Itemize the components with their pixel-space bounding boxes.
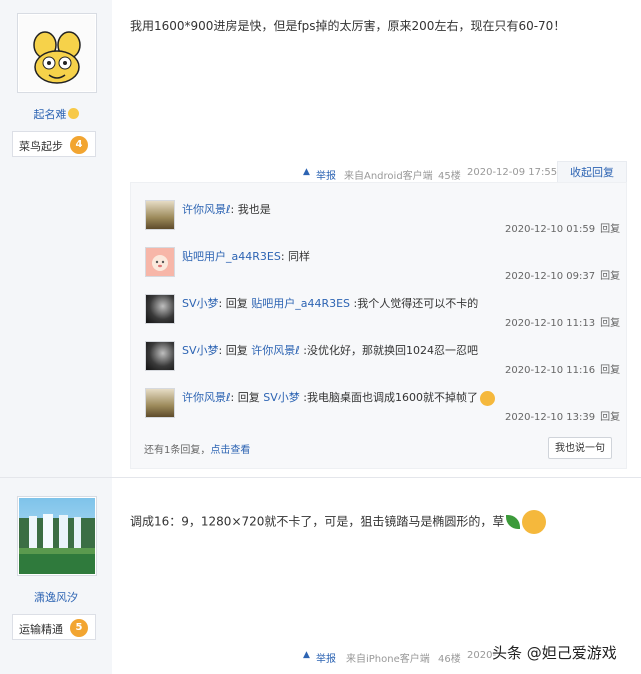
reply-username[interactable]: SV小梦 — [182, 297, 219, 310]
report-link[interactable]: 举报 — [316, 167, 336, 182]
post-content: 我用1600*900进房是快，但是fps掉的太厉害，原来200左右，现在只有60… — [130, 19, 566, 33]
avatar[interactable] — [17, 496, 97, 576]
reply-box: 许你风景ℓ: 我也是 2020-12-10 01:59 回复 贴吧用户_a44R3… — [130, 182, 627, 469]
author-name[interactable]: 起名难 — [0, 106, 112, 122]
avatar[interactable] — [17, 13, 97, 93]
reply-time: 2020-12-10 13:39 — [505, 412, 596, 423]
post-content-text: 调成16：9，1280×720就不卡了，可是，狙击镜踏马是椭圆形的，草 — [130, 514, 505, 529]
post-time: 2020-12-09 17:55 — [467, 167, 558, 178]
say-something-button[interactable]: 我也说一句 — [548, 437, 612, 459]
reply-target-username[interactable]: 许你风景 — [251, 344, 295, 357]
watermark: 头条 @妲己爱游戏 — [492, 644, 617, 662]
reply-item: 许你风景ℓ: 回复 SV小梦 :我电脑桌面也调成1600就不掉帧了 2020-1… — [131, 371, 628, 423]
post-floor-45: 起名难 菜鸟起步 4 我用1600*900进房是快，但是fps掉的太厉害，原来2… — [0, 0, 641, 478]
reply-item: 贴吧用户_a44R3ES: 同样 2020-12-10 09:37 回复 — [131, 230, 628, 282]
reply-prefix: : 回复 — [218, 297, 252, 310]
reply-item: SV小梦: 回复 贴吧用户_a44R3ES :我个人觉得还可以不卡的 2020-… — [131, 277, 628, 329]
reply-body: :我电脑桌面也调成1600就不掉帧了 — [299, 391, 478, 404]
reply-text: 许你风景ℓ: 我也是 — [182, 201, 271, 217]
reply-username[interactable]: SV小梦 — [182, 344, 219, 357]
floor-number: 45楼 — [438, 171, 461, 182]
reply-avatar[interactable] — [145, 294, 175, 324]
sweat-face-icon — [479, 390, 495, 406]
report-link[interactable]: 举报 — [316, 650, 336, 665]
reply-username[interactable]: 许你风景 — [182, 391, 226, 404]
view-more-link[interactable]: 点击查看 — [210, 445, 250, 456]
reply-avatar[interactable] — [145, 388, 175, 418]
reply-body: :没优化好，那就换回1024忍一忍吧 — [299, 344, 478, 357]
reply-avatar[interactable] — [145, 341, 175, 371]
reply-text: 许你风景ℓ: 回复 SV小梦 :我电脑桌面也调成1600就不掉帧了 — [182, 389, 495, 406]
reply-prefix: : 回复 — [218, 344, 252, 357]
rank-label: 菜鸟起步 — [19, 140, 63, 153]
level-badge: 4 — [70, 136, 88, 154]
reply-username[interactable]: 贴吧用户_a44R3ES — [182, 250, 281, 263]
source-text: 来自iPhone客户端 — [346, 654, 430, 665]
reply-item: 许你风景ℓ: 我也是 2020-12-10 01:59 回复 — [131, 183, 628, 235]
smile-icon — [67, 108, 79, 119]
author-sidebar: 潇逸风汐 运输精通 5 — [0, 478, 112, 674]
avatar-image — [19, 15, 95, 91]
reply-body: : 我也是 — [230, 203, 271, 216]
more-replies-text: 还有1条回复， — [144, 445, 211, 456]
reply-text: SV小梦: 回复 许你风景ℓ :没优化好，那就换回1024忍一忍吧 — [182, 342, 478, 358]
reply-avatar[interactable] — [145, 200, 175, 230]
reply-item: SV小梦: 回复 许你风景ℓ :没优化好，那就换回1024忍一忍吧 2020-1… — [131, 324, 628, 376]
author-sidebar: 起名难 菜鸟起步 4 — [0, 0, 112, 478]
grass-icon — [506, 515, 521, 529]
reply-prefix: : 回复 — [230, 391, 264, 404]
warning-icon: ▲ — [303, 167, 310, 177]
reply-username[interactable]: 许你风景 — [182, 203, 226, 216]
author-name[interactable]: 潇逸风汐 — [0, 589, 112, 605]
level-badge: 5 — [70, 619, 88, 637]
bear-avatar-icon — [152, 255, 168, 271]
reply-text: 贴吧用户_a44R3ES: 同样 — [182, 248, 310, 264]
user-rank[interactable]: 菜鸟起步 4 — [12, 131, 96, 157]
reply-target-username[interactable]: SV小梦 — [263, 391, 300, 404]
reply-button[interactable]: 回复 — [600, 412, 620, 423]
collapse-replies-button[interactable]: 收起回复 — [557, 161, 627, 183]
rank-label: 运输精通 — [19, 623, 63, 636]
reply-text: SV小梦: 回复 贴吧用户_a44R3ES :我个人觉得还可以不卡的 — [182, 295, 478, 311]
reply-meta: 2020-12-10 13:39 回复 — [505, 408, 620, 423]
author-name-text[interactable]: 起名难 — [34, 108, 67, 121]
reply-target-username[interactable]: 贴吧用户_a44R3ES — [251, 297, 350, 310]
source-text: 来自Android客户端 — [344, 171, 433, 182]
floor-number: 46楼 — [438, 654, 461, 665]
user-rank[interactable]: 运输精通 5 — [12, 614, 96, 640]
reply-body: : 同样 — [280, 250, 311, 263]
reply-body: :我个人觉得还可以不卡的 — [350, 297, 479, 310]
reply-avatar[interactable] — [145, 247, 175, 277]
post-content: 调成16：9，1280×720就不卡了，可是，狙击镜踏马是椭圆形的，草 — [130, 510, 547, 534]
warning-icon: ▲ — [303, 650, 310, 660]
more-replies: 还有1条回复，点击查看 — [144, 441, 250, 456]
waterfall-avatar-image — [19, 498, 95, 574]
laughing-face-icon — [522, 510, 547, 534]
